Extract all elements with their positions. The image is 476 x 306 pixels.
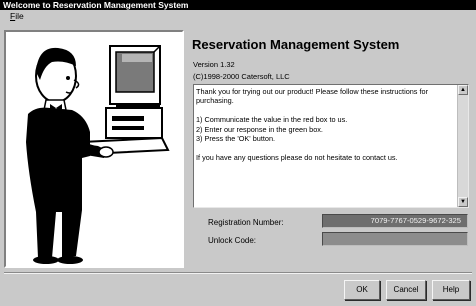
computer-box-shape: [105, 107, 163, 139]
instruction-step: 1) Communicate the value in the red box …: [196, 115, 348, 125]
ok-button[interactable]: OK: [344, 280, 380, 300]
screen-highlight-shape: [122, 54, 152, 62]
man-shoe-left-shape: [33, 256, 59, 264]
man-at-computer-icon: [26, 45, 170, 264]
man-at-computer-illustration: [4, 30, 184, 268]
man-body-shape: [26, 107, 90, 258]
version-text: Version 1.32: [193, 60, 235, 69]
disk-slot-shape: [112, 116, 144, 121]
registration-number-label: Registration Number:: [208, 218, 284, 227]
window-title-bar[interactable]: Welcome to Reservation Management System: [0, 0, 476, 10]
copyright-text: (C)1998-2000 Catersoft, LLC: [193, 72, 290, 81]
instructions-intro: Thank you for trying out our product! Pl…: [196, 87, 428, 106]
menu-bar: File: [0, 10, 476, 22]
instructions-textarea[interactable]: Thank you for trying out our product! Pl…: [193, 84, 469, 208]
app-title: Reservation Management System: [192, 37, 400, 52]
window-title: Welcome to Reservation Management System: [3, 0, 189, 10]
disk-slot-2-shape: [112, 126, 144, 130]
scroll-down-arrow-icon[interactable]: ▼: [458, 197, 468, 207]
instructions-closing: If you have any questions please do not …: [196, 152, 398, 162]
unlock-code-input[interactable]: [322, 232, 468, 246]
cancel-button[interactable]: Cancel: [386, 280, 426, 300]
man-shoe-right-shape: [57, 256, 83, 264]
menu-file-rest: ile: [15, 11, 24, 21]
unlock-code-label: Unlock Code:: [208, 236, 257, 245]
scroll-up-arrow-icon[interactable]: ▲: [458, 85, 468, 95]
vertical-scrollbar[interactable]: ▲ ▼: [457, 85, 468, 207]
man-eye-shape: [66, 76, 70, 80]
help-button[interactable]: Help: [432, 280, 470, 300]
button-separator: [4, 272, 472, 274]
registration-number-field[interactable]: 7079-7767-0529-9672-325: [322, 214, 468, 228]
instruction-step: 2) Enter our response in the green box.: [196, 124, 323, 134]
instruction-step: 3) Press the 'OK' button.: [196, 134, 276, 144]
menu-file[interactable]: File: [10, 11, 24, 21]
man-hand-shape: [98, 146, 114, 158]
instructions-text: Thank you for trying out our product! Pl…: [196, 87, 456, 172]
